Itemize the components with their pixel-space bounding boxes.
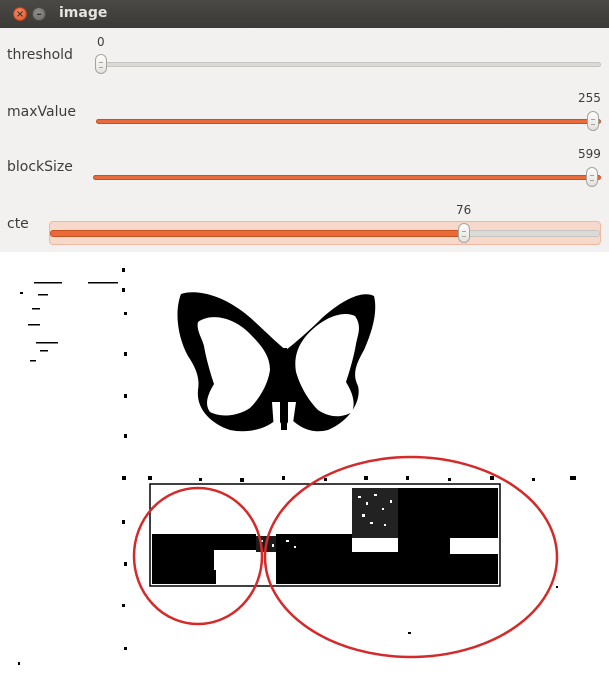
trackbar-cte: cte 76 bbox=[0, 196, 609, 252]
plot-blocks bbox=[152, 488, 498, 584]
trackbar-label: maxValue bbox=[7, 104, 76, 120]
trackbar-value: 599 bbox=[578, 147, 601, 161]
trackbar-threshold: threshold 0 bbox=[0, 28, 609, 84]
window-titlebar[interactable]: × – image bbox=[0, 0, 609, 29]
slider-handle-icon[interactable] bbox=[586, 167, 598, 187]
axis-tick-marks bbox=[148, 476, 576, 482]
image-canvas bbox=[0, 252, 609, 675]
slider-handle-icon[interactable] bbox=[95, 54, 107, 74]
trackbar-maxvalue: maxValue 255 bbox=[0, 84, 609, 140]
trackbar-label: blockSize bbox=[7, 159, 73, 175]
trackbar-track[interactable] bbox=[93, 175, 601, 180]
slider-handle-icon[interactable] bbox=[587, 111, 599, 131]
trackbar-remaining bbox=[465, 230, 600, 237]
butterfly-shape bbox=[177, 292, 376, 432]
trackbar-track[interactable] bbox=[50, 230, 600, 237]
trackbar-value: 76 bbox=[456, 203, 472, 217]
trackbar-blocksize: blockSize 599 bbox=[0, 140, 609, 196]
minimize-icon[interactable]: – bbox=[32, 7, 46, 21]
trackbar-track[interactable] bbox=[96, 119, 601, 124]
trackbar-panel: threshold 0 maxValue 255 blockSize 599 c… bbox=[0, 28, 609, 252]
trackbar-track[interactable] bbox=[96, 62, 601, 67]
trackbar-label: threshold bbox=[7, 47, 73, 63]
slider-handle-icon[interactable] bbox=[458, 223, 470, 243]
thresholded-image bbox=[18, 268, 576, 665]
trackbar-label: cte bbox=[7, 216, 29, 232]
trackbar-fill bbox=[50, 230, 466, 237]
close-icon[interactable]: × bbox=[13, 7, 27, 21]
trackbar-value: 0 bbox=[97, 35, 105, 49]
trackbar-value: 255 bbox=[578, 91, 601, 105]
window-title: image bbox=[59, 5, 108, 21]
